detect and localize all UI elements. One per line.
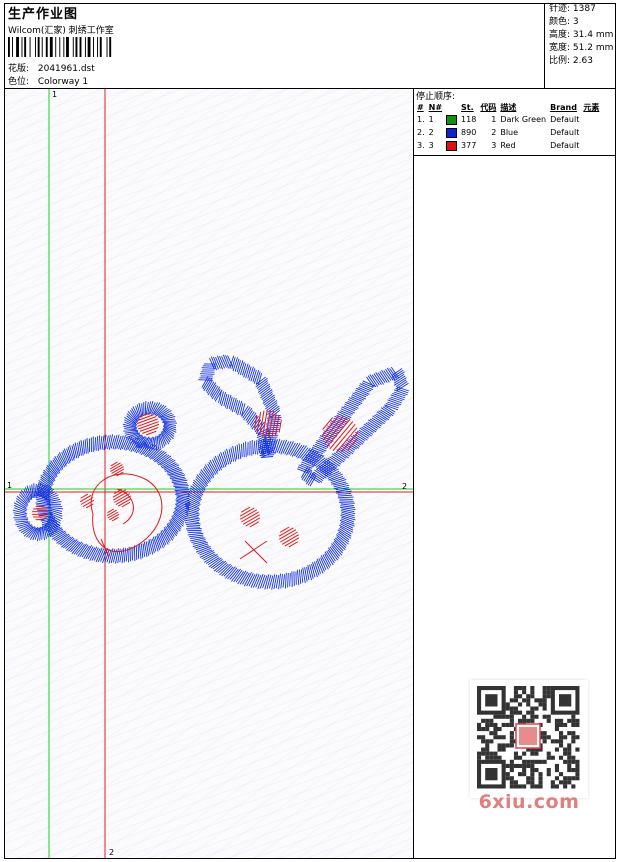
row-brand: Default [548,126,581,139]
guide-label-h1: 1 [7,481,12,490]
color-swatch [446,128,457,138]
row-description: Dark Green [498,113,548,126]
row-needle: 1 [427,113,444,126]
row-stitches: 890 [459,126,478,139]
row-code: 1 [478,113,498,126]
row-brand: Default [548,139,581,152]
company-name: Wilcom(汇家) 刺绣工作室 [8,23,114,36]
bunny-design [184,355,408,590]
guide-label-h2: 2 [402,482,407,491]
stat-width: 宽度: 51.2 mm [545,42,616,55]
row-brand: Default [548,113,581,126]
row-code: 3 [478,139,498,152]
table-row: 2.28902BlueDefault [415,126,601,139]
color-swatch [446,115,457,125]
stats-panel: 针迹: 1387 颜色: 3 高度: 31.4 mm 宽度: 51.2 mm 比… [544,3,616,89]
row-color [444,139,459,152]
row-index: 3. [415,139,427,152]
embroidery-preview: 1 2 1 2 [5,89,413,858]
row-color [444,113,459,126]
col-description: 描述 [498,101,548,113]
colorway-value: Colorway 1 [38,77,88,87]
col-element: 元素 [581,101,601,113]
table-row: 3.33773RedDefault [415,139,601,152]
watermark-text: 6xiu.com [470,791,588,813]
page-title: 生产作业图 [8,3,78,22]
row-needle: 3 [427,139,444,152]
stop-sequence-title: 停止顺序: [414,88,616,101]
stat-colors: 颜色: 3 [545,16,616,29]
row-element [581,113,601,126]
col-brand: Brand [548,101,581,113]
row-code: 2 [478,126,498,139]
guide-label-v2: 2 [109,848,114,857]
stat-scale: 比例: 2.63 [545,55,616,68]
row-index: 2. [415,126,427,139]
watermark: 6xiu.com [470,680,588,820]
row-element [581,139,601,152]
design-canvas: 1 2 1 2 [5,89,413,858]
table-row: 1.11181Dark GreenDefault [415,113,601,126]
stat-stitches: 针迹: 1387 [545,3,616,16]
barcode [8,37,143,57]
guide-label-v1: 1 [52,90,57,99]
col-code: 代码 [478,101,498,113]
table-header-row: # N# St. 代码 描述 Brand 元素 [415,101,601,113]
design-file: 花版: 2041961.dst [8,61,95,74]
row-stitches: 377 [459,139,478,152]
row-needle: 2 [427,126,444,139]
row-description: Red [498,139,548,152]
stop-table-divider [414,155,615,156]
design-label: 花版: [8,61,35,74]
design-value: 2041961.dst [38,64,95,74]
colorway: 色位: Colorway 1 [8,74,88,87]
row-description: Blue [498,126,548,139]
row-element [581,126,601,139]
col-needle: N# [427,101,444,113]
col-stitches: St. [459,101,478,113]
qr-code-icon [470,680,588,798]
stop-sequence-table: # N# St. 代码 描述 Brand 元素 1.11181Dark Gree… [415,101,601,152]
row-stitches: 118 [459,113,478,126]
row-color [444,126,459,139]
color-swatch [446,141,457,151]
col-color [444,101,459,113]
col-index: # [415,101,427,113]
row-index: 1. [415,113,427,126]
stat-height: 高度: 31.4 mm [545,29,616,42]
colorway-label: 色位: [8,74,35,87]
bear-design [13,401,191,564]
